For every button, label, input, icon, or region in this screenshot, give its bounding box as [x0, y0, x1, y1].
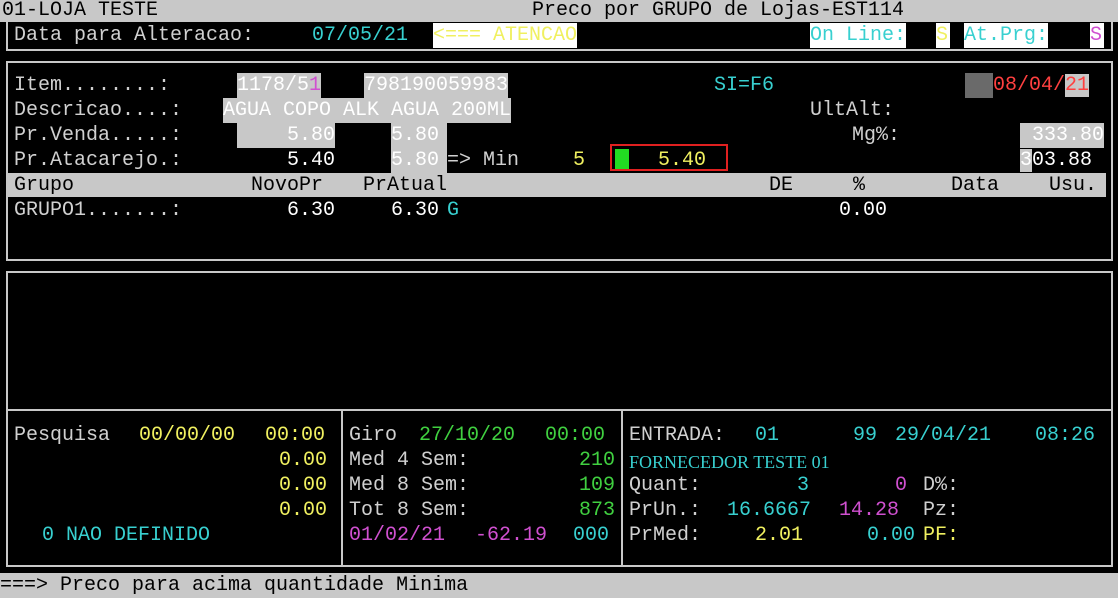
dpct-label: D%:: [923, 474, 960, 497]
med4-value: 210: [578, 449, 615, 472]
barcode-field: 798190059983: [364, 73, 509, 98]
date-input[interactable]: 07/05/21: [312, 23, 408, 48]
giro-last-value: -62.19: [475, 524, 548, 547]
mg-value: 333.80: [1020, 123, 1104, 148]
prun-value: 16.6667: [727, 499, 812, 522]
table-row-grupo[interactable]: GRUPO1.......:: [14, 198, 182, 223]
min-arrow: => Min: [447, 149, 520, 172]
entrada-label: ENTRADA:: [629, 424, 726, 447]
col-pratual: PrAtual: [363, 174, 448, 197]
descricao-label: Descricao....:: [14, 99, 183, 122]
col-usu: Usu.: [1049, 174, 1098, 197]
pesquisa-status: 0 NAO DEFINIDO: [42, 524, 211, 547]
col-pct: %: [853, 174, 866, 197]
med4-label: Med 4 Sem:: [349, 449, 470, 472]
prmed-value-2: 0.00: [867, 524, 916, 547]
status-message: ===> Preco para acima quantidade Minima: [0, 574, 469, 597]
pesquisa-value-3: 0.00: [279, 499, 328, 522]
col-grupo: Grupo: [14, 174, 75, 197]
prmed-value: 2.01: [755, 524, 804, 547]
min-price-input[interactable]: 5.40: [658, 148, 706, 173]
entrada-date: 29/04/21: [895, 424, 992, 447]
quant-value-2: 0: [895, 474, 908, 497]
med8-label: Med 8 Sem:: [349, 474, 470, 497]
prun-pct: 14.28: [839, 499, 900, 522]
quant-label: Quant:: [629, 474, 702, 497]
warning-badge: <=== ATENCAO: [433, 23, 578, 48]
pf-label: PF:: [923, 524, 960, 547]
atprg-value[interactable]: S: [1090, 23, 1104, 48]
atacarejo-atual: 5.80: [391, 148, 447, 173]
col-novopr: NovoPr: [251, 174, 324, 197]
pesquisa-time: 00:00: [265, 424, 326, 447]
giro-date: 27/10/20: [419, 424, 516, 447]
venda-atual: 5.80: [391, 123, 447, 148]
item-label: Item........:: [14, 74, 171, 97]
pz-label: Pz:: [923, 499, 960, 522]
giro-last-date: 01/02/21: [349, 524, 446, 547]
prun-label: PrUn.:: [629, 499, 702, 522]
giro-last-code: 000: [573, 524, 610, 547]
grid-header: [8, 173, 1106, 197]
pesquisa-label: Pesquisa: [14, 424, 111, 447]
table-row-flag: G: [447, 199, 460, 222]
col-data: Data: [951, 174, 1000, 197]
quant-value: 3: [797, 474, 810, 497]
table-row-pct: 0.00: [839, 199, 888, 222]
venda-novo-input[interactable]: 5.80: [237, 123, 335, 148]
item-date: 08/04/21: [993, 74, 1090, 97]
atacarejo-novo-input[interactable]: 5.40: [237, 148, 335, 173]
entrada-store: 01: [755, 424, 780, 447]
tot8-value: 873: [578, 499, 615, 522]
col-de: DE: [769, 174, 794, 197]
mg-atacarejo: 303.88: [1020, 149, 1093, 172]
table-row-pratual: 6.30: [391, 199, 440, 222]
empty-frame: [6, 271, 1113, 411]
descricao-value: AGUA COPO ALK AGUA 200ML: [223, 98, 512, 123]
tot8-label: Tot 8 Sem:: [349, 499, 470, 522]
date-marker: [965, 73, 993, 98]
online-label: On Line:: [810, 23, 907, 48]
si-indicator: SI=F6: [714, 74, 775, 97]
prmed-label: PrMed:: [629, 524, 702, 547]
screen-title: Preco por GRUPO de Lojas-EST114: [532, 0, 905, 22]
entrada-code: 99: [853, 424, 878, 447]
med8-value: 109: [578, 474, 615, 497]
store-name: 01-LOJA TESTE: [2, 0, 159, 22]
giro-label: Giro: [349, 424, 398, 447]
pesquisa-value-2: 0.00: [279, 474, 328, 497]
text-cursor: [615, 149, 629, 169]
supplier-name: FORNECEDOR TESTE 01: [629, 452, 830, 472]
venda-label: Pr.Venda.....:: [14, 124, 183, 147]
giro-time: 00:00: [545, 424, 606, 447]
item-code-input[interactable]: 1178/51: [237, 73, 322, 98]
entrada-time: 08:26: [1035, 424, 1096, 447]
ultalt-label: UltAlt:: [810, 99, 895, 122]
table-row-novopr[interactable]: 6.30: [237, 198, 335, 223]
mg-label: Mg%:: [852, 124, 901, 147]
pesquisa-value-1: 0.00: [279, 449, 328, 472]
date-label: Data para Alteracao:: [14, 24, 255, 47]
atprg-label: At.Prg:: [964, 23, 1049, 48]
atacarejo-label: Pr.Atacarejo.:: [14, 149, 183, 172]
min-qty-input[interactable]: 5: [573, 148, 585, 173]
online-value[interactable]: S: [936, 23, 950, 48]
pesquisa-date: 00/00/00: [139, 424, 236, 447]
